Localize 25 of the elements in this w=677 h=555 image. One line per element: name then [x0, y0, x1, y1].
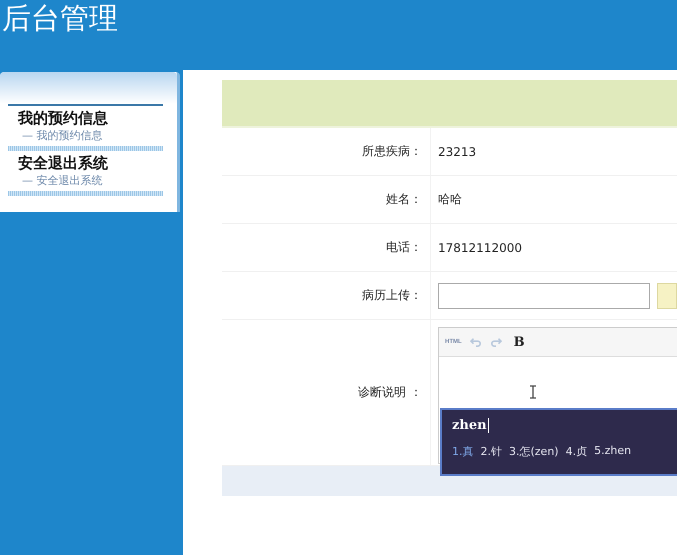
page-title: 后台管理 — [2, 1, 118, 35]
field-label: 电话： — [386, 239, 422, 256]
ime-candidate[interactable]: 3.怎(zen) — [509, 444, 559, 459]
bold-button[interactable]: B — [510, 334, 529, 350]
field-label: 所患疾病： — [362, 143, 422, 160]
file-path-field[interactable] — [438, 282, 650, 308]
sidebar-heading: 安全退出系统 — [17, 153, 109, 173]
sidebar-link[interactable]: — 我的预约信息 — [8, 128, 163, 144]
field-value: 17812112000 — [438, 240, 522, 254]
field-label: 姓名： — [386, 191, 422, 208]
sidebar-link[interactable]: — 安全退出系统 — [8, 173, 163, 189]
undo-icon[interactable] — [470, 337, 482, 347]
ime-candidate[interactable]: 2.针 — [480, 444, 502, 459]
field-value: 23213 — [438, 144, 476, 158]
ime-composition: zhen — [452, 418, 487, 433]
text-cursor-icon — [529, 385, 537, 399]
ime-candidate[interactable]: 1.真 — [452, 444, 474, 459]
ime-candidate[interactable]: 4.贞 — [566, 444, 588, 459]
sidebar-heading: 我的预约信息 — [16, 108, 109, 128]
field-value: 哈哈 — [438, 191, 462, 208]
field-label: 病历上传： — [362, 287, 422, 304]
ime-candidate[interactable]: 5.zhen — [594, 444, 632, 459]
upload-button[interactable] — [657, 282, 677, 308]
field-label: 诊断说明 ： — [358, 384, 422, 401]
redo-icon[interactable] — [490, 337, 502, 347]
